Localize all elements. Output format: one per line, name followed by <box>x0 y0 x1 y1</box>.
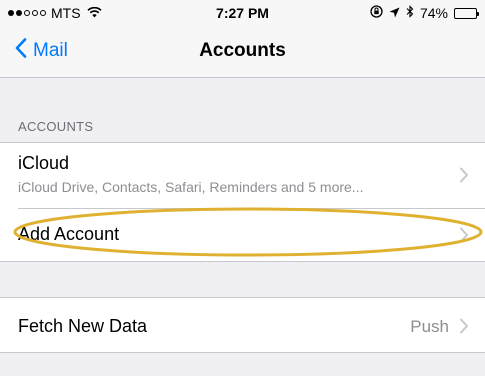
fetch-new-data-value: Push <box>410 317 449 336</box>
chevron-right-icon <box>460 318 468 334</box>
status-right: 74% <box>370 5 479 21</box>
account-row-subtitle: iCloud Drive, Contacts, Safari, Reminder… <box>18 179 364 195</box>
chevron-right-icon <box>460 167 468 183</box>
bluetooth-icon <box>406 5 414 21</box>
battery-percent: 74% <box>419 5 448 21</box>
top-bar: MTS 7:27 PM 74% Mail Accounts <box>0 0 485 78</box>
status-bar: MTS 7:27 PM 74% <box>0 0 485 26</box>
navigation-bar: Mail Accounts <box>0 26 485 78</box>
account-row-icloud[interactable]: iCloud iCloud Drive, Contacts, Safari, R… <box>0 143 485 209</box>
fetch-new-data-label: Fetch New Data <box>18 316 148 336</box>
fetch-new-data-row[interactable]: Fetch New Data Push <box>0 298 485 352</box>
account-row-title: iCloud <box>18 153 70 173</box>
add-account-row[interactable]: Add Account <box>0 209 485 262</box>
section-header-accounts: ACCOUNTS <box>18 119 94 134</box>
battery-icon <box>454 7 479 19</box>
add-account-label: Add Account <box>18 224 120 244</box>
chevron-right-icon <box>460 227 468 243</box>
orientation-lock-icon <box>370 5 383 21</box>
page-title: Accounts <box>199 40 286 61</box>
fetch-group: Fetch New Data Push <box>0 297 485 353</box>
accounts-group: iCloud iCloud Drive, Contacts, Safari, R… <box>0 142 485 262</box>
location-arrow-icon <box>389 5 400 21</box>
